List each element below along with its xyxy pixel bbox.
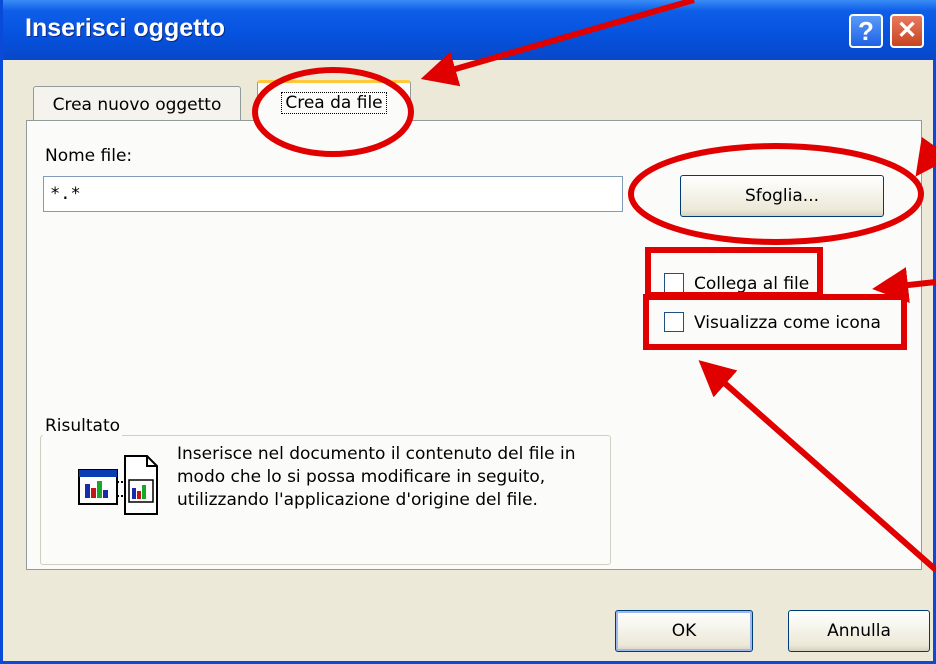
result-legend: Risultato: [43, 416, 123, 436]
browse-button[interactable]: Sfoglia...: [680, 175, 884, 217]
display-as-icon-label: Visualizza come icona: [694, 313, 881, 333]
insert-object-dialog: Inserisci oggetto ? ✕ Crea nuovo oggetto…: [0, 0, 936, 664]
close-button[interactable]: ✕: [890, 14, 924, 48]
display-as-icon-option[interactable]: Visualizza come icona: [664, 311, 881, 335]
dialog-title: Inserisci oggetto: [25, 14, 226, 42]
embedded-object-icon: [78, 455, 158, 515]
link-to-file-option[interactable]: Collega al file: [664, 272, 809, 296]
filename-label: Nome file:: [45, 146, 133, 166]
cancel-button[interactable]: Annulla: [788, 610, 930, 652]
link-to-file-checkbox[interactable]: [664, 272, 684, 293]
title-bar[interactable]: Inserisci oggetto ? ✕: [3, 0, 936, 60]
tab-create-new[interactable]: Crea nuovo oggetto: [33, 86, 241, 122]
result-description: Inserisce nel documento il contenuto del…: [177, 444, 576, 510]
filename-input[interactable]: [43, 176, 623, 212]
tab-create-new-label: Crea nuovo oggetto: [52, 95, 222, 115]
help-button[interactable]: ?: [849, 14, 883, 48]
display-as-icon-checkbox[interactable]: [664, 311, 684, 332]
ok-button[interactable]: OK: [615, 610, 753, 652]
tab-create-from-file[interactable]: Crea da file: [257, 80, 411, 122]
tab-create-from-file-label: Crea da file: [281, 92, 387, 114]
link-to-file-label: Collega al file: [694, 274, 810, 294]
